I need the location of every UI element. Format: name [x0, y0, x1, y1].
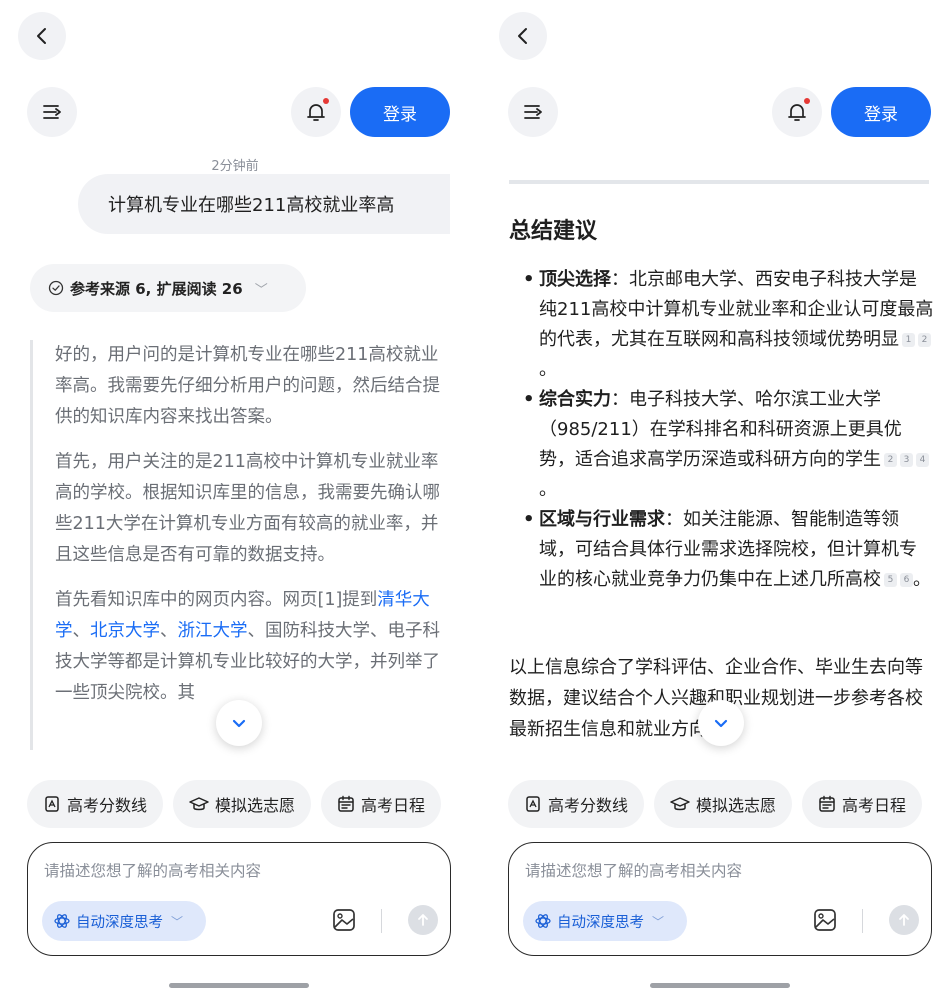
summary-item-end: 。 [539, 359, 557, 380]
summary-item: 区域与行业需求：如关注能源、智能制造等领域，可结合具体行业需求选择院校，但计算机… [509, 505, 934, 595]
send-button[interactable] [889, 905, 919, 935]
thinking-text: 首先看知识库中的网页内容。网页[1]提到 [55, 590, 378, 610]
citation-badge[interactable]: 1 [902, 333, 915, 347]
check-circle-icon [48, 280, 64, 296]
image-upload-icon[interactable] [331, 907, 357, 933]
bell-icon [307, 104, 325, 121]
home-indicator [650, 983, 790, 988]
summary-item: 综合实力：电子科技大学、哈尔滨工业大学（985/211）在学科排名和科研资源上更… [509, 385, 934, 505]
separator: 、 [72, 621, 91, 641]
send-button[interactable] [408, 905, 438, 935]
chevron-down-icon: ﹀ [171, 914, 184, 929]
home-indicator [169, 983, 309, 988]
document-icon [526, 796, 540, 812]
chip-label: 高考分数线 [548, 796, 629, 815]
login-button[interactable]: 登录 [831, 87, 931, 137]
chip-scores[interactable]: 高考分数线 [27, 780, 164, 828]
chip-schedule[interactable]: 高考日程 [321, 780, 442, 828]
notification-dot [804, 98, 810, 104]
chip-label: 高考日程 [361, 796, 426, 815]
graduation-cap-icon [189, 797, 209, 811]
left-screen: 登录 2分钟前 计算机专业在哪些211高校就业率高 参考来源 6, 扩展阅读 2… [0, 0, 470, 995]
arrow-up-icon [418, 914, 428, 926]
chip-label: 模拟选志愿 [696, 796, 777, 815]
right-screen: 登录 总结建议 顶尖选择：北京邮电大学、西安电子科技大学是纯211高校中计算机专… [481, 0, 951, 995]
message-timestamp: 2分钟前 [211, 159, 259, 174]
summary-title: 总结建议 [509, 219, 598, 244]
chat-input-box[interactable]: 请描述您想了解的高考相关内容 自动深度思考 ﹀ [27, 842, 451, 956]
section-divider [509, 180, 929, 184]
atom-icon [54, 914, 70, 928]
citation-badge[interactable]: 3 [900, 453, 913, 467]
calendar-icon [338, 795, 354, 812]
chevron-down-icon [232, 719, 246, 728]
citation-badge[interactable]: 5 [884, 573, 897, 587]
back-button[interactable] [499, 12, 547, 60]
chevron-down-icon: ﹀ [254, 282, 268, 298]
arrow-up-icon [899, 914, 909, 926]
thinking-paragraph: 好的，用户问的是计算机专业在哪些211高校就业率高。我需要先仔细分析用户的问题，… [55, 345, 440, 427]
scroll-down-button[interactable] [698, 700, 744, 746]
login-button[interactable]: 登录 [350, 87, 450, 137]
menu-button[interactable] [27, 87, 77, 137]
chip-schedule[interactable]: 高考日程 [802, 780, 923, 828]
summary-item-label: 综合实力 [539, 389, 611, 410]
bell-icon [788, 104, 806, 121]
chip-label: 高考分数线 [67, 796, 148, 815]
deep-think-toggle[interactable]: 自动深度思考 ﹀ [42, 901, 206, 941]
sources-toggle[interactable]: 参考来源 6, 扩展阅读 26 ﹀ [30, 264, 306, 312]
menu-icon [43, 105, 61, 119]
chat-input-placeholder[interactable]: 请描述您想了解的高考相关内容 [44, 859, 261, 881]
chevron-down-icon: ﹀ [652, 914, 665, 929]
thinking-paragraph: 首先，用户关注的是211高校中计算机专业就业率高的学校。根据知识库里的信息，我需… [55, 452, 440, 565]
citation-badge[interactable]: 6 [900, 573, 913, 587]
graduation-cap-icon [670, 797, 690, 811]
back-button[interactable] [18, 12, 66, 60]
chip-volunteer[interactable]: 模拟选志愿 [654, 780, 793, 828]
chip-label: 模拟选志愿 [215, 796, 296, 815]
user-question-text: 计算机专业在哪些211高校就业率高 [108, 195, 395, 216]
separator: 、 [160, 621, 178, 641]
citation-badge[interactable]: 4 [916, 453, 929, 467]
chip-volunteer[interactable]: 模拟选志愿 [173, 780, 312, 828]
menu-button[interactable] [508, 87, 558, 137]
deep-think-toggle[interactable]: 自动深度思考 ﹀ [523, 901, 687, 941]
citation-badge[interactable]: 2 [884, 453, 897, 467]
summary-item-label: 顶尖选择 [539, 269, 611, 290]
chip-scores[interactable]: 高考分数线 [508, 780, 645, 828]
summary-item-end: 。 [539, 479, 557, 500]
thinking-panel: 好的，用户问的是计算机专业在哪些211高校就业率高。我需要先仔细分析用户的问题，… [30, 340, 440, 750]
document-icon [45, 796, 59, 812]
summary-list: 顶尖选择：北京邮电大学、西安电子科技大学是纯211高校中计算机专业就业率和企业认… [509, 265, 934, 595]
thinking-paragraph: 首先看知识库中的网页内容。网页[1]提到清华大学、北京大学、浙江大学、国防科技大… [55, 585, 440, 709]
chevron-down-icon [714, 719, 728, 728]
image-upload-icon[interactable] [812, 907, 838, 933]
atom-icon [535, 914, 551, 928]
deep-think-label: 自动深度思考 [557, 914, 644, 931]
scroll-down-button[interactable] [216, 700, 262, 746]
chevron-left-icon [518, 28, 527, 44]
summary-item-label: 区域与行业需求 [539, 509, 665, 530]
deep-think-label: 自动深度思考 [76, 914, 163, 931]
university-link[interactable]: 浙江大学 [178, 621, 248, 641]
citation-badge[interactable]: 2 [918, 333, 931, 347]
notification-button[interactable] [291, 87, 341, 137]
summary-item-end: 。 [913, 569, 931, 590]
input-divider [862, 909, 863, 933]
chevron-left-icon [37, 28, 46, 44]
user-question-bubble: 计算机专业在哪些211高校就业率高 [78, 174, 450, 234]
menu-icon [524, 105, 542, 119]
calendar-icon [819, 795, 835, 812]
summary-item: 顶尖选择：北京邮电大学、西安电子科技大学是纯211高校中计算机专业就业率和企业认… [509, 265, 934, 385]
chat-input-box[interactable]: 请描述您想了解的高考相关内容 自动深度思考 ﹀ [508, 842, 932, 956]
notification-button[interactable] [772, 87, 822, 137]
chat-input-placeholder[interactable]: 请描述您想了解的高考相关内容 [525, 859, 742, 881]
chip-label: 高考日程 [842, 796, 907, 815]
quick-chips: 高考分数线 模拟选志愿 高考日程 [27, 780, 442, 828]
sources-label: 参考来源 6, 扩展阅读 26 [70, 279, 243, 298]
input-divider [381, 909, 382, 933]
university-link[interactable]: 北京大学 [90, 621, 160, 641]
quick-chips: 高考分数线 模拟选志愿 高考日程 [508, 780, 923, 828]
notification-dot [323, 98, 329, 104]
